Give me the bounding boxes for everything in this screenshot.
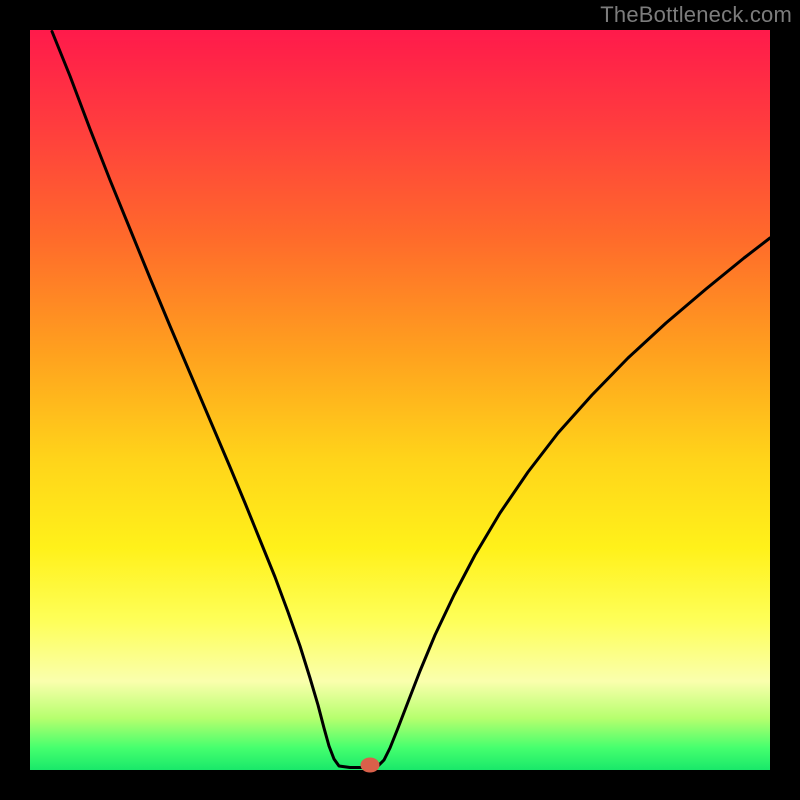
attribution-label: TheBottleneck.com (600, 2, 792, 28)
bottleneck-curve (52, 32, 770, 768)
chart-frame: TheBottleneck.com (0, 0, 800, 800)
plot-svg (30, 30, 770, 770)
plot-area (30, 30, 770, 770)
bottleneck-marker (361, 758, 379, 772)
